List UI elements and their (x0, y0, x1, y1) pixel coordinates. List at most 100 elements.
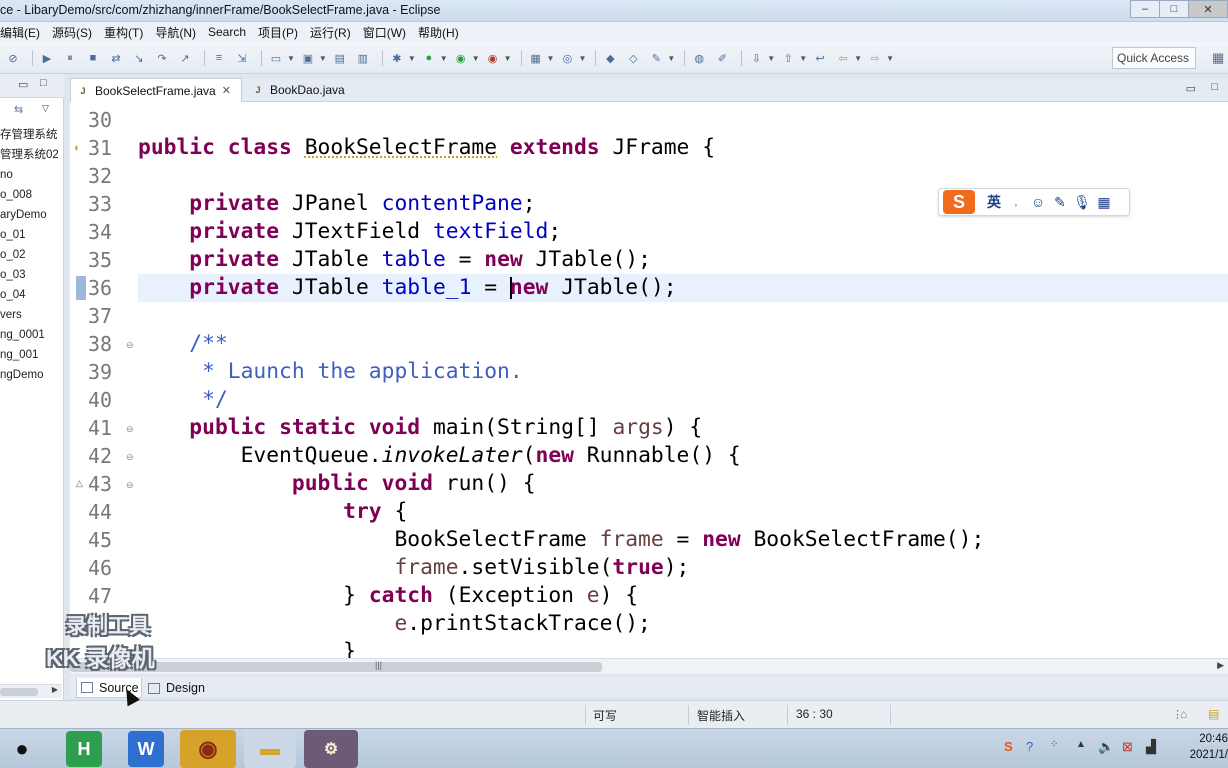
qq-penguin-icon[interactable]: ● (4, 731, 40, 767)
suspend-icon[interactable]: ⏸ (61, 49, 79, 67)
tree-item[interactable]: no (0, 166, 64, 186)
scroll-right-icon[interactable]: ▶ (1217, 660, 1224, 671)
sogou-tray-icon[interactable]: S (1004, 739, 1013, 754)
microphone-icon[interactable]: 🎙 (1071, 194, 1093, 211)
disconnect-icon[interactable]: ⇄ (107, 49, 125, 67)
new-icon[interactable]: ▭ (267, 49, 285, 67)
minimize-button[interactable]: – (1130, 0, 1160, 18)
tree-item[interactable]: 管理系统02 (0, 146, 64, 166)
debug-icon[interactable]: ✱ (388, 49, 406, 67)
pin-editor-icon[interactable]: ✐ (713, 49, 731, 67)
tree-item[interactable]: ng_0001 (0, 326, 64, 346)
maximize-button[interactable]: □ (1159, 0, 1189, 18)
status-trim-icon[interactable]: ⌂ (1180, 707, 1187, 721)
close-button[interactable]: ✕ (1188, 0, 1228, 18)
last-edit-location-icon[interactable]: ↩ (811, 49, 829, 67)
code-editor[interactable]: ◐ △ 30 31 32 33 34 35 36 37 38 39 40 41 … (70, 102, 1228, 658)
tab-bookdao[interactable]: J BookDao.java (246, 78, 366, 102)
external-tools-icon[interactable]: ◉ (484, 49, 502, 67)
menu-navigate[interactable]: 导航(N) (149, 24, 202, 41)
quick-access-field[interactable]: Quick Access (1112, 47, 1196, 69)
forward-icon[interactable]: ⇨ (866, 49, 884, 67)
ime-mode-label[interactable]: 英 (983, 192, 1005, 212)
terminate-icon[interactable]: ■ (84, 49, 102, 67)
maximize-editor-icon[interactable]: □ (1211, 81, 1218, 93)
fold-icon[interactable]: ⊖ (126, 452, 134, 463)
minimize-view-icon[interactable]: ▭ (18, 78, 28, 91)
menu-window[interactable]: 窗口(W) (357, 24, 412, 41)
volume-icon[interactable]: 🔈 (1098, 739, 1114, 755)
menu-project[interactable]: 项目(P) (252, 24, 304, 41)
tree-item[interactable]: ngDemo (0, 366, 64, 386)
browser-app-icon[interactable]: ◉ (180, 730, 236, 768)
status-notes-icon[interactable]: ▤ (1208, 707, 1219, 721)
tab-design[interactable]: Design (144, 678, 214, 698)
file-explorer-icon[interactable]: ▬ (244, 730, 296, 768)
skip-breakpoints-icon[interactable]: ⊘ (4, 49, 22, 67)
fold-icon[interactable]: ⊖ (126, 340, 134, 351)
drop-to-frame-icon[interactable]: ≡ (210, 49, 228, 67)
sogou-logo-icon[interactable]: S (943, 190, 975, 214)
scrollbar-thumb[interactable] (0, 688, 38, 696)
hbuilder-icon[interactable]: H (66, 731, 102, 767)
toolbox-grid-icon[interactable]: ▦ (1093, 194, 1115, 211)
next-annotation-icon[interactable]: ⇩ (747, 49, 765, 67)
step-return-icon[interactable]: ↗ (176, 49, 194, 67)
help-tray-icon[interactable]: ? (1026, 739, 1033, 754)
eclipse-javaee-icon[interactable]: ⚙ (304, 730, 358, 768)
menu-edit[interactable]: 编辑(E) (0, 24, 46, 41)
search-icon[interactable]: ✎ (647, 49, 665, 67)
view-menu-icon[interactable]: ▽ (42, 103, 49, 114)
tree-item[interactable]: 存管理系统 (0, 126, 64, 146)
scroll-right-icon[interactable]: ▶ (52, 685, 58, 694)
coverage-icon[interactable]: ◉ (452, 49, 470, 67)
open-task-icon[interactable]: ◇ (624, 49, 642, 67)
globe-icon[interactable]: ◍ (690, 49, 708, 67)
previous-annotation-icon[interactable]: ⇧ (779, 49, 797, 67)
new-java-class-icon[interactable]: ◎ (558, 49, 576, 67)
new-wizard-icon[interactable]: ▣ (299, 49, 317, 67)
fold-collapse-icon[interactable]: △ (76, 478, 83, 489)
menu-search[interactable]: Search (202, 25, 252, 39)
punctuation-icon[interactable]: ˒ (1005, 194, 1027, 210)
system-clock[interactable]: 20:46 2021/1/ (1176, 731, 1228, 763)
tab-bookselectframe[interactable]: J BookSelectFrame.java ✕ (70, 78, 242, 102)
use-step-filters-icon[interactable]: ⇲ (233, 49, 251, 67)
run-icon[interactable]: ● (420, 49, 438, 67)
input-method-toolbar[interactable]: S 英 ˒ ☺ ✎ 🎙 ▦ (938, 188, 1130, 216)
menu-run[interactable]: 运行(R) (304, 24, 357, 41)
perspective-icon[interactable]: ▦ (1212, 50, 1224, 66)
tree-item[interactable]: o_008 (0, 186, 64, 206)
menu-source[interactable]: 源码(S) (46, 24, 98, 41)
maximize-view-icon[interactable]: □ (40, 77, 47, 89)
tree-item[interactable]: o_03 (0, 266, 64, 286)
emoji-icon[interactable]: ☺ (1027, 194, 1049, 210)
open-type-icon[interactable]: ◆ (601, 49, 619, 67)
ime-tray-icon[interactable]: ⁘ (1050, 739, 1058, 750)
new-java-project-icon[interactable]: ▦ (527, 49, 545, 67)
tree-item[interactable]: o_02 (0, 246, 64, 266)
tree-item[interactable]: vers (0, 306, 64, 326)
step-over-icon[interactable]: ↷ (153, 49, 171, 67)
resume-icon[interactable]: ▶ (38, 49, 56, 67)
show-hidden-icons-icon[interactable]: ▲ (1076, 739, 1086, 750)
menu-help[interactable]: 帮助(H) (412, 24, 465, 41)
wps-writer-icon[interactable]: W (128, 731, 164, 767)
network-alert-icon[interactable]: ⊠ (1122, 739, 1133, 755)
link-with-editor-icon[interactable]: ⇆ (14, 103, 23, 116)
tree-item[interactable]: o_01 (0, 226, 64, 246)
tree-item[interactable]: o_04 (0, 286, 64, 306)
editor-horizontal-scrollbar[interactable]: ||| ▶ (70, 658, 1228, 674)
save-all-icon[interactable]: ▥ (354, 49, 372, 67)
menu-refactor[interactable]: 重构(T) (98, 24, 149, 41)
fold-icon[interactable]: ⊖ (126, 424, 134, 435)
step-into-icon[interactable]: ↘ (130, 49, 148, 67)
signal-icon[interactable]: ▟ (1146, 739, 1156, 755)
package-explorer-scrollbar[interactable]: ▶ (0, 684, 62, 698)
back-icon[interactable]: ⇦ (834, 49, 852, 67)
fold-icon[interactable]: ⊖ (126, 480, 134, 491)
save-icon[interactable]: ▤ (331, 49, 349, 67)
skin-brush-icon[interactable]: ✎ (1049, 194, 1071, 211)
tree-item[interactable]: aryDemo (0, 206, 64, 226)
minimize-editor-icon[interactable]: ▭ (1186, 82, 1196, 95)
